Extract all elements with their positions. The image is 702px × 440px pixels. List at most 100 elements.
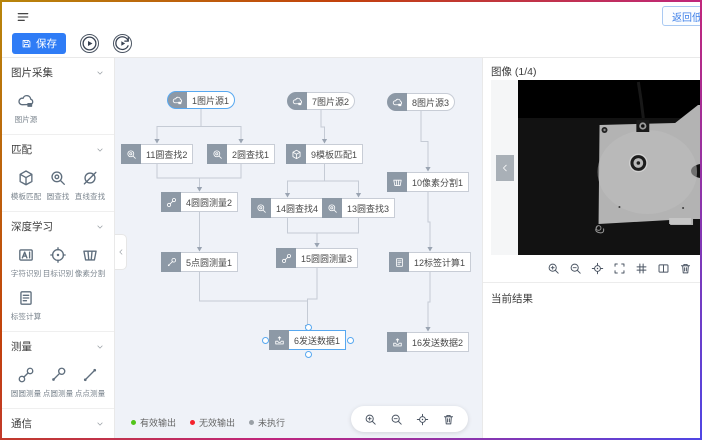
item-label: 字符识别 [11, 268, 41, 278]
sidebar-section-header-image-capture[interactable]: 图片采集 [11, 65, 105, 80]
node-2[interactable]: 2圆查找1 [207, 144, 275, 164]
top-bar: 返回低代 [2, 2, 700, 31]
fullscreen-button[interactable] [613, 262, 626, 275]
flow-canvas[interactable]: 有效输出无效输出未执行 1图片源17图片源28图片源311圆查找22圆查找19模… [115, 58, 482, 438]
fullscreen-icon [613, 262, 626, 275]
node-8[interactable]: 8图片源3 [387, 93, 455, 111]
node-icon-search-circle [322, 198, 342, 218]
node-16[interactable]: 16发送数据2 [387, 332, 469, 352]
menu-icon[interactable] [14, 8, 32, 26]
image-viewer [491, 80, 700, 255]
sidebar-item-circle-find[interactable]: 圆查找 [43, 169, 73, 202]
sidebar-item-target-recognition[interactable]: 目标识别 [43, 246, 73, 279]
run-once-button[interactable] [113, 34, 132, 53]
sidebar-item-circle-circle-measure[interactable]: 圆圆测量 [11, 366, 41, 399]
node-label: 14圆查找4 [271, 198, 324, 218]
item-label: 圆查找 [47, 191, 70, 201]
search-circle-icon [212, 149, 223, 160]
image-nav-strip [491, 80, 518, 255]
connection-anchor[interactable] [262, 337, 269, 344]
back-to-lowcode-button[interactable]: 返回低代 [662, 6, 700, 26]
sidebar-item-template-match[interactable]: 模板匹配 [11, 169, 41, 202]
node-4[interactable]: 4圆圆测量2 [161, 192, 238, 212]
legend-item: 有效输出 [131, 416, 176, 429]
sidebar-item-pixel-segmentation[interactable]: 像素分割 [75, 246, 105, 279]
node-5[interactable]: 5点圆测量1 [161, 252, 238, 272]
node-icon-cube [286, 144, 306, 164]
app-window: 返回低代 保存 图片采集图片源匹配模板匹配圆查找直线查找深度学习字符识别目标识别… [2, 2, 700, 438]
send-icon [392, 337, 403, 348]
inspection-part-image [518, 80, 700, 255]
doc-icon [17, 289, 35, 307]
action-toolbar: 保存 [2, 30, 700, 58]
sidebar-section-header-communication[interactable]: 通信 [11, 416, 105, 431]
cloud-icon [292, 96, 303, 107]
zoom-out-button[interactable] [569, 262, 582, 275]
node-11[interactable]: 11圆查找2 [121, 144, 193, 164]
item-label: 标签计算 [11, 311, 41, 321]
tool-sidebar: 图片采集图片源匹配模板匹配圆查找直线查找深度学习字符识别目标识别像素分割标签计算… [2, 58, 115, 438]
sidebar-collapse-handle[interactable] [115, 234, 127, 270]
node-15[interactable]: 15圆圆测量3 [276, 248, 358, 268]
section-title: 通信 [11, 416, 32, 431]
zoom-out-button[interactable] [390, 413, 403, 426]
item-label: 直线查找 [75, 191, 105, 201]
ocr-icon [17, 246, 35, 264]
sidebar-section-header-measure[interactable]: 测量 [11, 339, 105, 354]
zoom-in-button[interactable] [547, 262, 560, 275]
node-9[interactable]: 9模板匹配1 [286, 144, 363, 164]
sidebar-item-label-calc[interactable]: 标签计算 [11, 289, 41, 322]
zoom-in-icon [547, 262, 560, 275]
compare-button[interactable] [657, 262, 670, 275]
sidebar-item-line-find[interactable]: 直线查找 [75, 169, 105, 202]
section-title: 图片采集 [11, 65, 53, 80]
trash-button[interactable] [679, 262, 692, 275]
sidebar-section-header-match[interactable]: 匹配 [11, 142, 105, 157]
sidebar-section-header-deep-learning[interactable]: 深度学习 [11, 219, 105, 234]
save-button[interactable]: 保存 [12, 33, 66, 54]
node-10[interactable]: 10像素分割1 [387, 172, 469, 192]
node-icon-search-circle [121, 144, 141, 164]
chevron-down-icon [95, 342, 105, 352]
measure-pc-icon [166, 257, 177, 268]
locate-button[interactable] [416, 413, 429, 426]
cube-icon [291, 149, 302, 160]
node-12[interactable]: 12标签计算1 [389, 252, 471, 272]
grid-button[interactable] [635, 262, 648, 275]
node-6[interactable]: 6发送数据1 [269, 330, 346, 350]
segment-icon [392, 177, 403, 188]
legend-label: 未执行 [258, 416, 285, 429]
trash-button[interactable] [442, 413, 455, 426]
section-title: 匹配 [11, 142, 32, 157]
legend-dot [131, 420, 136, 425]
sidebar-item-point-circle-measure[interactable]: 点圆测量 [43, 366, 73, 399]
node-label: 1图片源1 [187, 91, 235, 109]
prev-image-button[interactable] [496, 155, 514, 181]
grid-icon [635, 262, 648, 275]
connection-anchor[interactable] [305, 324, 312, 331]
section-items: 圆圆测量点圆测量点点测量 [11, 366, 105, 399]
camera-image[interactable] [518, 80, 700, 255]
run-button[interactable] [80, 34, 99, 53]
node-7[interactable]: 7图片源2 [287, 92, 355, 110]
legend-item: 未执行 [249, 416, 285, 429]
section-title: 深度学习 [11, 219, 53, 234]
node-14[interactable]: 14圆查找4 [251, 198, 324, 218]
node-1[interactable]: 1图片源1 [167, 91, 235, 109]
sidebar-item-point-point-measure[interactable]: 点点测量 [75, 366, 105, 399]
node-label: 11圆查找2 [141, 144, 193, 164]
measure-cc-icon [166, 197, 177, 208]
sidebar-item-char-recognition[interactable]: 字符识别 [11, 246, 41, 279]
connection-anchor[interactable] [347, 337, 354, 344]
sidebar-item-image-source[interactable]: 图片源 [11, 92, 41, 125]
zoom-in-button[interactable] [364, 413, 377, 426]
node-icon-measure-pc [161, 252, 181, 272]
node-13[interactable]: 13圆查找3 [322, 198, 395, 218]
connection-anchor[interactable] [305, 351, 312, 358]
node-icon-cloud [387, 93, 407, 111]
locate-button[interactable] [591, 262, 604, 275]
search-circle-icon [327, 203, 338, 214]
node-label: 15圆圆测量3 [296, 248, 358, 268]
item-label: 像素分割 [75, 268, 105, 278]
zoom-out-icon [390, 413, 403, 426]
